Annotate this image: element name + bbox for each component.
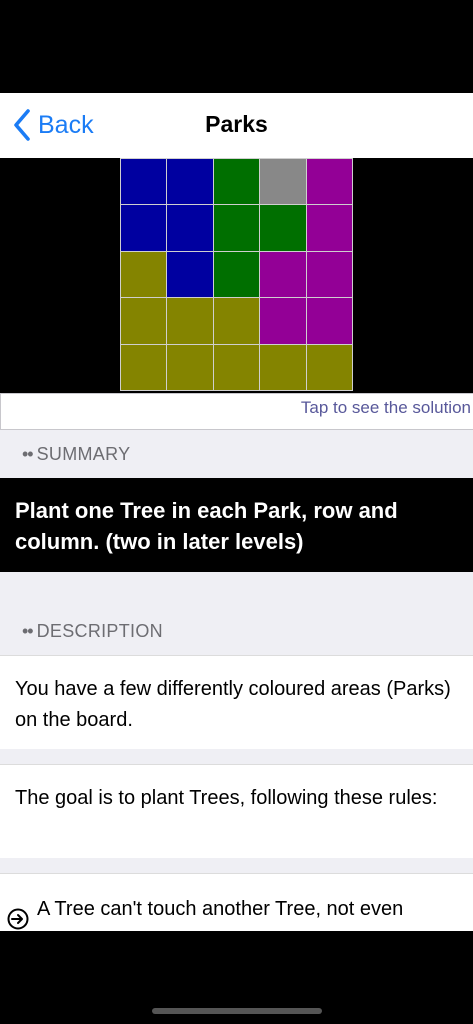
home-indicator[interactable] xyxy=(152,1008,322,1014)
grid-cell[interactable] xyxy=(260,251,306,298)
grid-cell[interactable] xyxy=(306,159,352,205)
solution-hint: Tap to see the solution xyxy=(300,398,471,417)
section-dots: •• xyxy=(22,444,34,464)
grid-cell[interactable] xyxy=(260,205,306,251)
grid-cell[interactable] xyxy=(121,344,167,390)
grid-cell[interactable] xyxy=(213,344,260,390)
grid-cell[interactable] xyxy=(167,251,213,298)
grid-cell[interactable] xyxy=(167,298,213,344)
circle-arrow-right-icon xyxy=(7,908,29,930)
device-notch xyxy=(118,0,355,34)
section-dots: •• xyxy=(22,621,34,641)
description-paragraph-2: The goal is to plant Trees, following th… xyxy=(0,764,473,858)
description-header-label: DESCRIPTION xyxy=(36,621,163,641)
summary-text: Plant one Tree in each Park, row and col… xyxy=(15,498,398,554)
puzzle-grid[interactable] xyxy=(120,158,353,391)
grid-cell[interactable] xyxy=(306,344,352,390)
grid-cell[interactable] xyxy=(167,205,213,251)
rule-item: A Tree can't touch another Tree, not eve… xyxy=(0,873,473,931)
grid-cell[interactable] xyxy=(306,251,352,298)
grid-cell[interactable] xyxy=(306,205,352,251)
grid-cell[interactable] xyxy=(213,298,260,344)
solution-row[interactable]: Tap to see the solution xyxy=(0,393,473,430)
puzzle-preview[interactable] xyxy=(0,158,473,393)
summary-section-header: •• SUMMARY xyxy=(0,431,473,471)
page-title: Parks xyxy=(205,111,268,137)
grid-cell[interactable] xyxy=(121,159,167,205)
navigation-bar: Back Parks xyxy=(0,93,473,158)
rule-text: A Tree can't touch another Tree, not eve… xyxy=(37,898,404,931)
phone-frame: Back Parks Tap to see the solution •• SUM… xyxy=(0,0,473,1024)
grid-cell[interactable] xyxy=(213,251,260,298)
app-screen: Back Parks Tap to see the solution •• SUM… xyxy=(0,93,473,931)
summary-header-label: SUMMARY xyxy=(36,444,131,464)
grid-cell[interactable] xyxy=(213,205,260,251)
description-paragraph-1: You have a few differently coloured area… xyxy=(0,655,473,749)
description-section-header: •• DESCRIPTION xyxy=(0,608,473,648)
grid-cell[interactable] xyxy=(121,205,167,251)
grid-cell[interactable] xyxy=(121,251,167,298)
grid-cell[interactable] xyxy=(260,159,306,205)
grid-cell[interactable] xyxy=(260,344,306,390)
grid-cell[interactable] xyxy=(213,159,260,205)
summary-box: Plant one Tree in each Park, row and col… xyxy=(0,478,473,572)
grid-cell[interactable] xyxy=(260,298,306,344)
grid-cell[interactable] xyxy=(167,159,213,205)
grid-cell[interactable] xyxy=(121,298,167,344)
grid-cell[interactable] xyxy=(167,344,213,390)
grid-cell[interactable] xyxy=(306,298,352,344)
